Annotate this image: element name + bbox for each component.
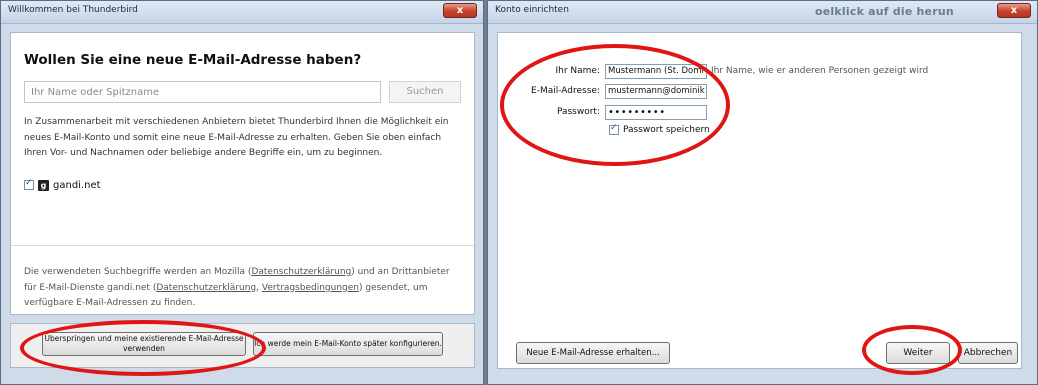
account-setup-window-title: Konto einrichten [495,5,569,15]
name-label: Ihr Name: [555,66,600,76]
email-input[interactable]: mustermann@dominik [605,84,707,99]
welcome-window: Willkommen bei Thunderbird x Wollen Sie … [0,0,484,385]
privacy-link-gandi[interactable]: Datenschutzerklärung [156,283,256,293]
page-title: Wollen Sie eine neue E-Mail-Adresse habe… [24,52,362,68]
password-label: Passwort: [556,107,600,117]
save-password-option[interactable]: Passwort speichern [609,123,710,135]
gandi-logo-icon: g [38,179,49,191]
welcome-content-panel: Wollen Sie eine neue E-Mail-Adresse habe… [10,32,475,315]
intro-text: In Zusammenarbeit mit verschiedenen Anbi… [24,117,449,158]
continue-button[interactable]: Weiter [886,342,950,364]
email-label: E-Mail-Adresse: [531,86,600,96]
configure-later-button[interactable]: Ich werde mein E-Mail-Konto später konfi… [253,332,443,356]
save-password-checkbox[interactable] [609,123,619,135]
account-setup-titlebar[interactable]: Konto einrichten oelklick auf die herun … [488,1,1037,24]
account-setup-close-button[interactable]: x [997,3,1031,18]
disclaimer-part: Die verwendeten Suchbegriffe werden an M… [24,267,252,277]
skip-use-existing-button[interactable]: Überspringen und meine existierende E-Ma… [42,332,246,356]
account-setup-content-panel: Ihr Name: Mustermann (St. Domi Ihr Name,… [497,32,1022,369]
close-icon: x [1010,5,1018,16]
privacy-link-mozilla[interactable]: Datenschutzerklärung [251,267,351,277]
provider-option[interactable]: g gandi.net [24,178,101,192]
password-input[interactable]: ••••••••• [605,105,707,120]
get-new-email-button[interactable]: Neue E-Mail-Adresse erhalten... [516,342,670,364]
welcome-window-title: Willkommen bei Thunderbird [8,5,138,15]
search-button[interactable]: Suchen [389,81,461,103]
cancel-button[interactable]: Abbrechen [958,342,1018,364]
welcome-close-button[interactable]: x [443,3,477,18]
close-icon: x [456,5,464,16]
welcome-titlebar[interactable]: Willkommen bei Thunderbird x [1,1,483,24]
name-hint: Ihr Name, wie er anderen Personen gezeig… [711,66,929,76]
save-password-label: Passwort speichern [623,125,710,135]
name-input[interactable]: Mustermann (St. Domi [605,64,707,79]
terms-link-gandi[interactable]: Vertragsbedingungen [262,283,359,293]
search-input[interactable] [24,81,381,103]
disclaimer-text: Die verwendeten Suchbegriffe werden an M… [24,265,464,312]
provider-checkbox[interactable] [24,178,34,190]
account-setup-window: Konto einrichten oelklick auf die herun … [487,0,1038,385]
provider-name: gandi.net [53,179,101,191]
divider [11,245,474,246]
background-window-text: oelklick auf die herun [815,5,954,18]
